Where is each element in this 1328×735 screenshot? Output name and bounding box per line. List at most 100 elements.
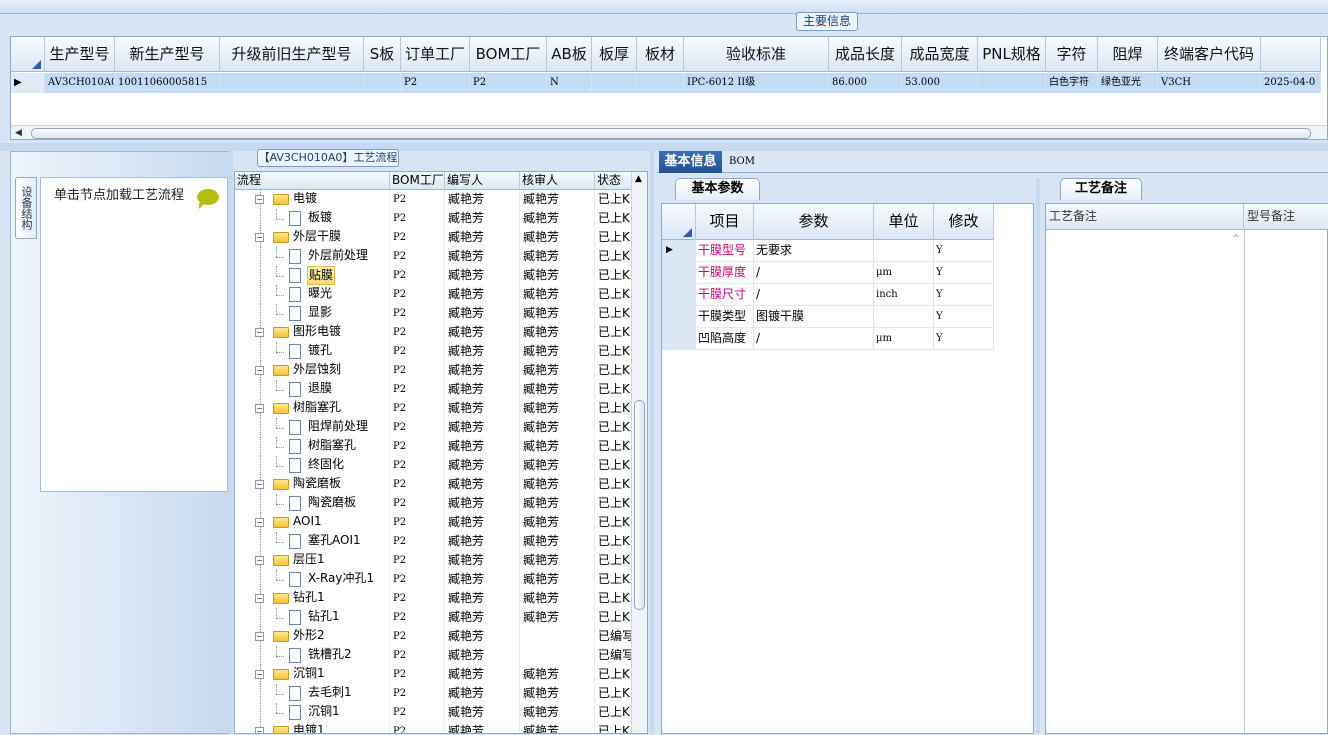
tree-row[interactable]: − 层压1 P2 臧艳芳 臧艳芳 已上K — [235, 551, 633, 570]
tree-row[interactable]: 终固化 P2 臧艳芳 臧艳芳 已上K — [235, 456, 633, 475]
collapse-icon[interactable]: − — [255, 195, 264, 204]
tree-row[interactable]: − AOI1 P2 臧艳芳 臧艳芳 已上K — [235, 513, 633, 532]
tree-row[interactable]: 去毛刺1 P2 臧艳芳 臧艳芳 已上K — [235, 684, 633, 703]
tree-node[interactable]: − 图形电镀 — [235, 323, 390, 342]
param-row[interactable]: 干膜厚度 / μm Y — [662, 262, 994, 284]
tree-col-header[interactable]: 流程 — [235, 172, 390, 190]
vscroll-thumb[interactable] — [634, 400, 645, 610]
collapse-icon[interactable]: − — [255, 632, 264, 641]
tree-node[interactable]: 去毛刺1 — [235, 684, 390, 703]
tree-node[interactable]: − 树脂塞孔 — [235, 399, 390, 418]
tree-node[interactable]: 板镀 — [235, 209, 390, 228]
product-cell[interactable] — [978, 73, 1046, 93]
tree-node[interactable]: 陶瓷磨板 — [235, 494, 390, 513]
tree-row[interactable]: − 外层干膜 P2 臧艳芳 臧艳芳 已上K — [235, 228, 633, 247]
product-col-header[interactable]: 生产型号 — [45, 37, 115, 72]
tree-row[interactable]: 镀孔 P2 臧艳芳 臧艳芳 已上K — [235, 342, 633, 361]
tree-row[interactable]: X-Ray冲孔1 P2 臧艳芳 臧艳芳 已上K — [235, 570, 633, 589]
product-cell[interactable]: 86.000 — [829, 73, 902, 93]
tree-node[interactable]: 树脂塞孔 — [235, 437, 390, 456]
tree-row[interactable]: 退膜 P2 臧艳芳 臧艳芳 已上K — [235, 380, 633, 399]
tree-node[interactable]: 终固化 — [235, 456, 390, 475]
collapse-icon[interactable]: − — [255, 404, 264, 413]
tree-row[interactable]: − 外形2 P2 臧艳芳 已编写 — [235, 627, 633, 646]
product-col-header[interactable]: 板材 — [637, 37, 684, 72]
notes-scroll-up-icon[interactable]: ^ — [1232, 234, 1240, 244]
tree-row[interactable]: − 陶瓷磨板 P2 臧艳芳 臧艳芳 已上K — [235, 475, 633, 494]
param-row[interactable]: 干膜尺寸 / inch Y — [662, 284, 994, 306]
product-grid-hscrollbar[interactable]: ◀ — [11, 125, 1327, 139]
tree-node[interactable]: 退膜 — [235, 380, 390, 399]
tree-row[interactable]: 陶瓷磨板 P2 臧艳芳 臧艳芳 已上K — [235, 494, 633, 513]
tree-row[interactable]: − 图形电镀 P2 臧艳芳 臧艳芳 已上K — [235, 323, 633, 342]
tab-basic-params[interactable]: 基本参数 — [675, 178, 760, 200]
tree-row[interactable]: 树脂塞孔 P2 臧艳芳 臧艳芳 已上K — [235, 437, 633, 456]
tree-row[interactable]: − 沉铜1 P2 臧艳芳 臧艳芳 已上K — [235, 665, 633, 684]
tree-node[interactable]: − 钻孔1 — [235, 589, 390, 608]
horizontal-splitter[interactable] — [0, 143, 1328, 151]
product-col-header[interactable]: 新生产型号 — [115, 37, 220, 72]
collapse-icon[interactable]: − — [255, 727, 264, 733]
tree-row[interactable]: − 钻孔1 P2 臧艳芳 臧艳芳 已上K — [235, 589, 633, 608]
grid-corner[interactable] — [11, 37, 45, 72]
product-cell[interactable]: 10011060005815 — [115, 73, 220, 93]
scroll-left-icon[interactable]: ◀ — [15, 128, 22, 138]
tree-row[interactable]: 铣槽孔2 P2 臧艳芳 已编写 — [235, 646, 633, 665]
product-cell[interactable] — [220, 73, 364, 93]
process-tree-vscrollbar[interactable]: ▲ — [631, 172, 647, 733]
product-col-header[interactable]: 阻焊 — [1098, 37, 1158, 72]
product-col-header[interactable]: 成品长度 — [829, 37, 902, 72]
product-cell[interactable] — [637, 73, 684, 93]
collapse-icon[interactable]: − — [255, 670, 264, 679]
left-splitter[interactable] — [229, 151, 233, 734]
param-row[interactable]: 凹陷高度 / μm Y — [662, 328, 994, 350]
tab-basic-info[interactable]: 基本信息 — [659, 151, 722, 173]
tree-node[interactable]: − 外形2 — [235, 627, 390, 646]
tree-row[interactable]: − 电镀1 P2 臧艳芳 臧艳芳 已上K — [235, 722, 633, 733]
tree-row[interactable]: 塞孔AOI1 P2 臧艳芳 臧艳芳 已上K — [235, 532, 633, 551]
hscroll-thumb[interactable] — [31, 128, 1311, 139]
tab-process-notes[interactable]: 工艺备注 — [1060, 178, 1142, 200]
params-col-header[interactable]: 单位 — [874, 204, 934, 240]
product-col-header[interactable]: AB板 — [547, 37, 592, 72]
right-splitter[interactable] — [1036, 178, 1040, 734]
product-col-header[interactable]: PNL规格 — [978, 37, 1046, 72]
tree-node[interactable]: 沉铜1 — [235, 703, 390, 722]
tree-col-header[interactable]: 核审人 — [520, 172, 595, 190]
product-cell[interactable]: 2025-04-0 — [1261, 73, 1321, 93]
tab-equipment-structure[interactable]: 设备结构 — [15, 177, 37, 239]
collapse-icon[interactable]: − — [255, 594, 264, 603]
product-cell[interactable]: 53.000 — [902, 73, 978, 93]
tree-col-header[interactable]: BOM工厂 — [390, 172, 445, 190]
param-cell-value[interactable]: / — [754, 262, 874, 284]
product-col-header[interactable]: 板厚 — [592, 37, 637, 72]
tree-node[interactable]: − 外层蚀刻 — [235, 361, 390, 380]
product-col-header[interactable]: 升级前旧生产型号 — [220, 37, 364, 72]
collapse-icon[interactable]: − — [255, 366, 264, 375]
product-cell[interactable]: 绿色亚光 — [1098, 73, 1158, 93]
tree-node[interactable]: − 层压1 — [235, 551, 390, 570]
product-grid-row[interactable]: ▶ AV3CH010A0 10011060005815 P2 P2 N IPC-6012 I… — [11, 73, 1321, 93]
tab-bom[interactable]: BOM — [729, 151, 769, 173]
tree-node[interactable]: 塞孔AOI1 — [235, 532, 390, 551]
tree-node[interactable]: − 陶瓷磨板 — [235, 475, 390, 494]
tree-node[interactable]: 曝光 — [235, 285, 390, 304]
collapse-icon[interactable]: − — [255, 233, 264, 242]
collapse-icon[interactable]: − — [255, 480, 264, 489]
tree-node[interactable]: 贴膜 — [235, 266, 390, 285]
tree-node[interactable]: − 外层干膜 — [235, 228, 390, 247]
product-cell[interactable]: P2 — [401, 73, 470, 93]
product-col-header[interactable]: S板 — [364, 37, 401, 72]
product-cell[interactable] — [592, 73, 637, 93]
tree-node[interactable]: 阻焊前处理 — [235, 418, 390, 437]
product-cell[interactable]: 白色字符 — [1046, 73, 1098, 93]
product-col-header[interactable] — [1261, 37, 1321, 72]
param-cell-value[interactable]: 无要求 — [754, 240, 874, 262]
tree-col-header[interactable]: 编写人 — [445, 172, 520, 190]
tree-row[interactable]: − 电镀 P2 臧艳芳 臧艳芳 已上K — [235, 190, 633, 209]
product-col-header[interactable]: BOM工厂 — [470, 37, 547, 72]
product-col-header[interactable]: 成品宽度 — [902, 37, 978, 72]
product-col-header[interactable]: 订单工厂 — [401, 37, 470, 72]
param-cell-value[interactable]: 图镀干膜 — [754, 306, 874, 328]
collapse-icon[interactable]: − — [255, 328, 264, 337]
